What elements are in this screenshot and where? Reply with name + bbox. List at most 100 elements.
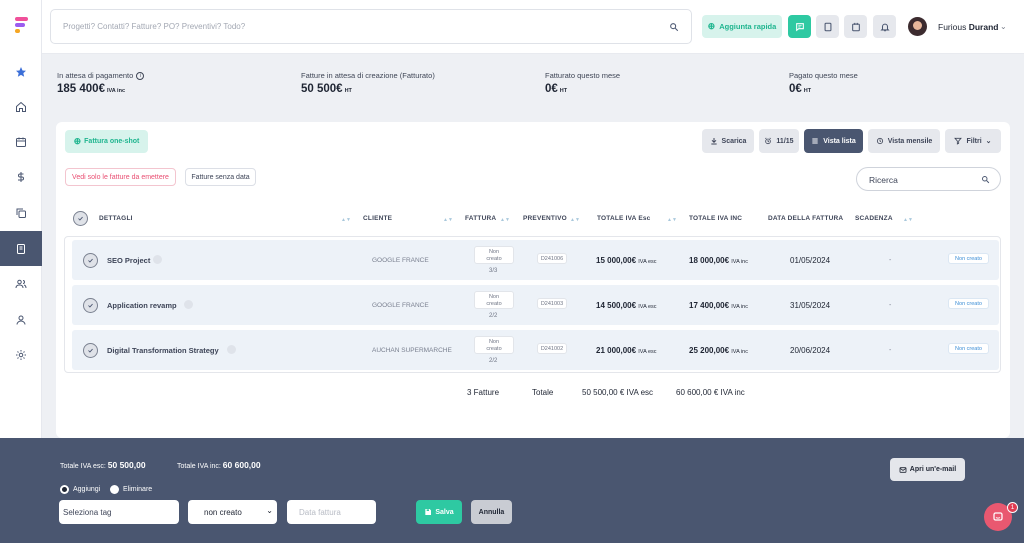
copy-icon <box>16 208 26 218</box>
column-header-client[interactable]: CLIENTE <box>363 215 392 222</box>
save-button[interactable]: Salva <box>416 500 462 524</box>
status-badge[interactable]: Non creato <box>948 298 989 309</box>
invoice-status-box[interactable]: Non creato <box>474 336 514 354</box>
list-view-button[interactable]: Vista lista <box>804 129 863 153</box>
filters-button[interactable]: Filtri ⌄ <box>945 129 1001 153</box>
column-header-due[interactable]: SCADENZA <box>855 215 893 222</box>
sidebar-item-settings[interactable] <box>0 337 42 372</box>
tablet-button[interactable] <box>816 15 839 38</box>
info-icon[interactable]: i <box>136 71 145 80</box>
stat-suffix: HT <box>344 88 352 94</box>
status-badge[interactable]: Non creato <box>948 253 989 264</box>
status-badge[interactable]: Non creato <box>948 343 989 354</box>
quote-badge[interactable]: D241006 <box>537 253 567 264</box>
global-search-input[interactable]: Progetti? Contatti? Fatture? PO? Prevent… <box>50 9 692 44</box>
tag-select-input[interactable]: Seleziona tag <box>59 500 179 524</box>
quote-badge[interactable]: D241002 <box>537 343 567 354</box>
invoice-date-input[interactable]: Data fattura <box>287 500 376 524</box>
tag-icon[interactable] <box>153 255 162 264</box>
sidebar-item-home[interactable] <box>0 89 42 124</box>
sidebar-item-invoices[interactable] <box>0 231 42 266</box>
total-esc: 15 000,00€ IVA esc <box>596 256 657 265</box>
column-header-quote[interactable]: PREVENTIVO <box>523 215 567 222</box>
filter-no-date-button[interactable]: Fatture senza data <box>185 168 256 186</box>
quick-add-button[interactable]: ⊕ Aggiunta rapida <box>702 15 782 38</box>
user-name[interactable]: Furious Durand <box>938 22 998 32</box>
radio-add[interactable]: Aggiungi <box>60 485 100 494</box>
radio-remove-dot[interactable] <box>110 485 119 494</box>
select-all-checkbox[interactable] <box>73 211 88 226</box>
chevron-down-icon[interactable]: ⌄ <box>1000 22 1007 31</box>
column-header-invoice-date[interactable]: DATA DELLA FATTURA <box>768 215 843 222</box>
invoice-date: 20/06/2024 <box>790 346 831 355</box>
check-icon <box>88 258 93 263</box>
calendar-button[interactable] <box>844 15 867 38</box>
chat-button[interactable] <box>788 15 811 38</box>
table-row[interactable]: SEO Project GOOGLE FRANCE Non creato 3/3 … <box>72 240 999 280</box>
status-select[interactable]: non creato ⌄ <box>188 500 277 524</box>
oneshot-invoice-button[interactable]: ⊕ Fattura one-shot <box>65 130 148 153</box>
table-row[interactable]: Digital Transformation Strategy AUCHAN S… <box>72 330 999 370</box>
quote-badge[interactable]: D241003 <box>537 298 567 309</box>
column-header-total-inc[interactable]: TOTALE IVA INC <box>689 215 742 222</box>
bulk-total-inc-value: 60 600,00 <box>222 460 261 470</box>
stat-paid-month: Pagato questo mese 0€ HT <box>789 71 858 95</box>
table-search-input[interactable]: Ricerca <box>856 167 1001 191</box>
sort-icon[interactable]: ▲▼ <box>500 217 510 223</box>
column-header-details[interactable]: DETTAGLI <box>99 215 133 222</box>
total-esc-value: 21 000,00€ <box>596 346 637 355</box>
sidebar-item-team[interactable] <box>0 266 42 301</box>
invoice-status-line2: creato <box>486 346 502 352</box>
invoice-date: 31/05/2024 <box>790 301 831 310</box>
check-icon <box>88 303 93 308</box>
invoice-date-placeholder: Data fattura <box>299 507 341 517</box>
notifications-button[interactable] <box>873 15 896 38</box>
sort-icon[interactable]: ▲▼ <box>341 217 351 223</box>
filter-icon <box>954 137 963 145</box>
row-checkbox[interactable] <box>83 253 98 268</box>
radio-add-dot[interactable] <box>60 485 69 494</box>
app-logo[interactable] <box>15 17 28 33</box>
tag-icon[interactable] <box>227 345 236 354</box>
total-inc-suffix: IVA inc <box>731 349 748 355</box>
month-view-button[interactable]: Vista mensile <box>868 129 940 153</box>
column-header-invoice[interactable]: FATTURA <box>465 215 496 222</box>
settings-icon <box>16 349 26 360</box>
sort-icon[interactable]: ▲▼ <box>443 217 453 223</box>
sort-icon[interactable]: ▲▼ <box>903 217 913 223</box>
filter-to-emit-button[interactable]: Vedi solo le fatture da emettere <box>65 168 176 186</box>
sort-icon[interactable]: ▲▼ <box>667 217 677 223</box>
open-email-button[interactable]: Apri un'e-mail <box>890 458 965 481</box>
invoice-status-box[interactable]: Non creato <box>474 291 514 309</box>
plus-circle-icon: ⊕ <box>73 136 82 146</box>
total-esc-value: 14 500,00€ <box>596 301 637 310</box>
invoice-count: 3/3 <box>489 268 498 274</box>
row-checkbox[interactable] <box>83 298 98 313</box>
download-button[interactable]: Scarica <box>702 129 754 153</box>
sidebar-item-finance[interactable] <box>0 159 42 194</box>
invoice-status-box[interactable]: Non creato <box>474 246 514 264</box>
download-icon <box>710 138 717 145</box>
total-inc: 18 000,00€ IVA inc <box>689 256 748 265</box>
row-name[interactable]: Application revamp <box>107 301 177 310</box>
sort-icon[interactable]: ▲▼ <box>570 217 580 223</box>
avatar[interactable] <box>908 17 927 36</box>
plus-circle-icon: ⊕ <box>707 21 716 31</box>
sidebar-item-favorites[interactable] <box>0 54 42 89</box>
sidebar-item-profile[interactable] <box>0 302 42 337</box>
period-button[interactable]: 11/15 <box>759 129 799 153</box>
radio-remove[interactable]: Eliminare <box>110 485 152 494</box>
row-name[interactable]: Digital Transformation Strategy <box>107 346 219 355</box>
row-name[interactable]: SEO Project <box>107 256 150 265</box>
row-checkbox[interactable] <box>83 343 98 358</box>
mail-icon <box>899 466 907 473</box>
tag-icon[interactable] <box>184 300 193 309</box>
stat-suffix: HT <box>803 88 812 94</box>
table-header: DETTAGLI ▲▼ CLIENTE ▲▼ FATTURA ▲▼ PREVEN… <box>65 209 1000 229</box>
sidebar-item-documents[interactable] <box>0 195 42 230</box>
check-icon <box>78 216 83 221</box>
column-header-total-esc[interactable]: TOTALE IVA Esc <box>597 215 651 222</box>
sidebar-item-calendar[interactable] <box>0 124 42 159</box>
cancel-button[interactable]: Annulla <box>471 500 512 524</box>
table-row[interactable]: Application revamp GOOGLE FRANCE Non crea… <box>72 285 999 325</box>
